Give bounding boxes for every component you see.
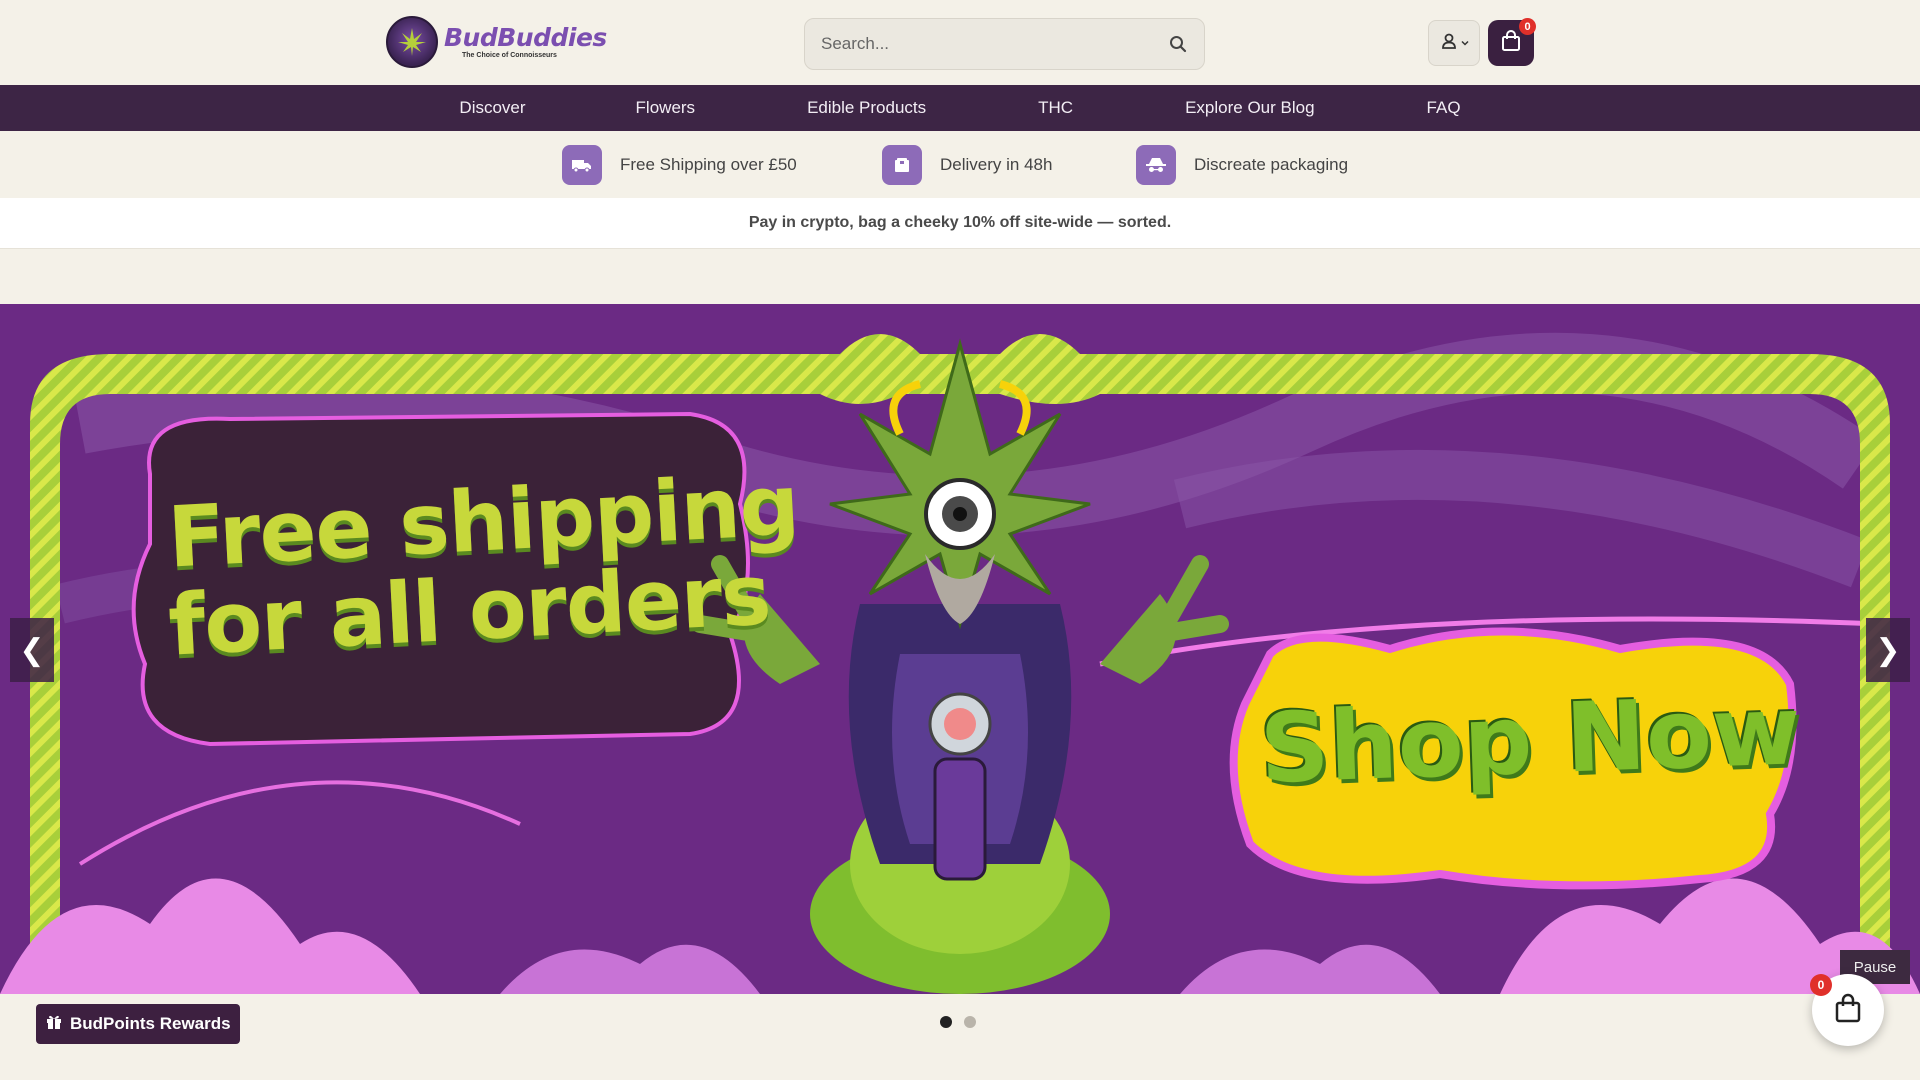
feature-text: Free Shipping over £50 <box>620 155 797 174</box>
feature-free-shipping: Free Shipping over £50 <box>562 145 797 185</box>
search-bar <box>804 18 1205 70</box>
search-icon[interactable] <box>1166 32 1190 56</box>
promo-text: Pay in crypto, bag a cheeky 10% off site… <box>748 214 1172 231</box>
promo-banner: Pay in crypto, bag a cheeky 10% off site… <box>0 198 1920 249</box>
gift-icon <box>46 1014 62 1035</box>
chevron-down-icon <box>1460 34 1469 52</box>
hero-carousel: Free shipping for all orders Shop Now ❮ … <box>0 304 1920 994</box>
nav-item-discover[interactable]: Discover <box>459 98 525 118</box>
shop-now-button[interactable] <box>1238 649 1790 889</box>
feature-delivery: Delivery in 48h <box>882 145 1052 185</box>
incognito-icon <box>1136 145 1176 185</box>
features-bar: Free Shipping over £50 Delivery in 48h D… <box>0 131 1920 198</box>
carousel-dot-2[interactable] <box>964 1016 976 1028</box>
feature-discreet-packaging: Discreate packaging <box>1136 145 1348 185</box>
shopping-bag-icon <box>1501 29 1521 57</box>
nav-item-flowers[interactable]: Flowers <box>636 98 696 118</box>
user-icon <box>1440 32 1458 55</box>
floating-cart-count-badge: 0 <box>1810 974 1832 996</box>
nav-item-blog[interactable]: Explore Our Blog <box>1185 98 1314 118</box>
account-button[interactable] <box>1428 20 1480 66</box>
carousel-next-button[interactable]: ❯ <box>1866 618 1910 682</box>
floating-cart-button[interactable]: 0 <box>1810 974 1884 1046</box>
hero-headline: Free shipping for all orders <box>166 456 801 675</box>
carousel-dots <box>940 1016 976 1028</box>
site-header: BudBuddies The Choice of Connoisseurs 0 <box>0 0 1920 85</box>
budpoints-rewards-button[interactable]: BudPoints Rewards <box>36 1004 240 1044</box>
nav-item-edible-products[interactable]: Edible Products <box>807 98 926 118</box>
carousel-prev-button[interactable]: ❮ <box>10 618 54 682</box>
brand-logo[interactable]: BudBuddies The Choice of Connoisseurs <box>386 16 607 68</box>
brand-tagline: The Choice of Connoisseurs <box>462 52 557 59</box>
feature-text: Discreate packaging <box>1194 155 1349 174</box>
cannabis-leaf-logo-icon <box>386 16 438 68</box>
nav-item-thc[interactable]: THC <box>1038 98 1073 118</box>
brand-name: BudBuddies <box>444 23 607 52</box>
search-input[interactable] <box>821 34 1166 54</box>
cart-button[interactable]: 0 <box>1488 18 1536 66</box>
nav-item-faq[interactable]: FAQ <box>1427 98 1461 118</box>
feature-text: Delivery in 48h <box>940 155 1053 174</box>
cart-count-badge: 0 <box>1519 18 1536 35</box>
package-icon <box>882 145 922 185</box>
shopping-bag-icon <box>1835 993 1861 1028</box>
rewards-label: BudPoints Rewards <box>70 1014 231 1033</box>
main-nav: Discover Flowers Edible Products THC Exp… <box>0 85 1920 131</box>
carousel-dot-1[interactable] <box>940 1016 952 1028</box>
truck-icon <box>562 145 602 185</box>
